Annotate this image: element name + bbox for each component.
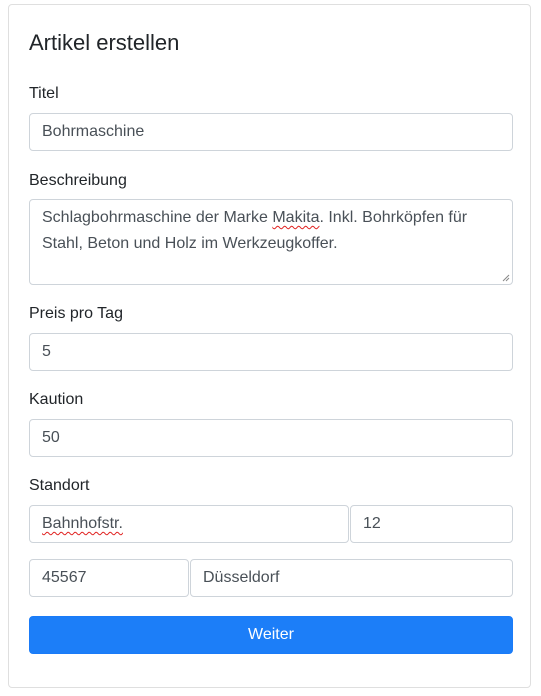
description-label: Beschreibung (29, 172, 127, 189)
description-textarea[interactable]: Schlagbohrmaschine der Marke Makita. Ink… (29, 199, 513, 285)
price-input[interactable]: 5 (29, 333, 513, 371)
title-input-value: Bohrmaschine (42, 123, 145, 140)
city-value: Düsseldorf (203, 569, 280, 586)
postal-code-input[interactable]: 45567 (29, 559, 189, 597)
deposit-input-value: 50 (42, 429, 60, 446)
house-number-input[interactable]: 12 (350, 505, 513, 543)
deposit-label: Kaution (29, 391, 84, 408)
title-label: Titel (29, 85, 59, 102)
street-input-value: Bahnhofstr. (42, 515, 123, 532)
street-input[interactable]: Bahnhofstr. (29, 505, 349, 543)
resize-handle-icon[interactable] (502, 274, 510, 282)
price-input-value: 5 (42, 343, 51, 360)
location-label: Standort (29, 477, 90, 494)
page-title: Artikel erstellen (29, 30, 180, 55)
create-article-card: Artikel erstellen Titel Bohrmaschine Bes… (8, 4, 531, 688)
house-number-value: 12 (363, 515, 381, 532)
next-button[interactable]: Weiter (29, 616, 513, 654)
title-input[interactable]: Bohrmaschine (29, 113, 513, 151)
description-text-part1: Schlagbohrmaschine der Marke (42, 209, 273, 226)
description-misspelled-word: Makita (272, 209, 320, 226)
city-input[interactable]: Düsseldorf (190, 559, 513, 597)
postal-code-value: 45567 (42, 569, 87, 586)
price-label: Preis pro Tag (29, 305, 123, 322)
deposit-input[interactable]: 50 (29, 419, 513, 457)
